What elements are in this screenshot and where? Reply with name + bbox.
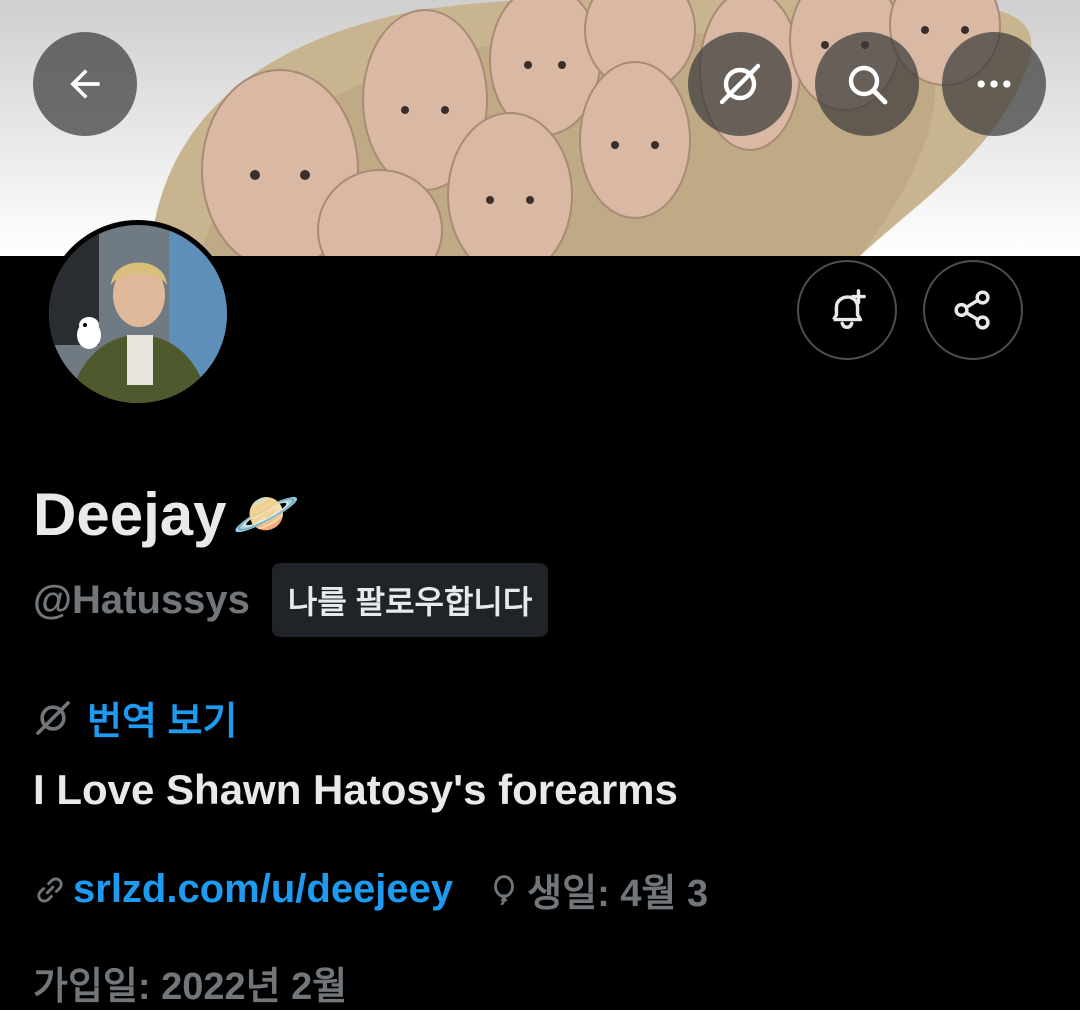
bell-plus-icon (832, 289, 866, 329)
more-button[interactable] (942, 32, 1046, 136)
birthday: 생일: 4월 3 (487, 862, 708, 917)
translate-icon (719, 63, 761, 105)
translate-icon (36, 700, 70, 735)
profile-meta: srlzd.com/u/deejeey 생일: 4월 3 (33, 862, 708, 917)
profile-banner[interactable] (0, 0, 1080, 256)
notify-button[interactable] (797, 260, 897, 360)
profile-link[interactable]: srlzd.com/u/deejeey (33, 867, 453, 912)
handle-row: @Hatussys 나를 팔로우합니다 (33, 563, 549, 637)
search-button[interactable] (815, 32, 919, 136)
profile-bio: I Love Shawn Hatosy's forearms (33, 766, 678, 813)
planet-emoji: 🪐 (232, 484, 300, 544)
back-button[interactable] (33, 32, 137, 136)
share-icon (954, 290, 990, 330)
arrow-left-icon (70, 69, 100, 99)
avatar-image (49, 225, 227, 403)
translate-button[interactable] (688, 32, 792, 136)
avatar[interactable] (44, 220, 232, 408)
display-name-text: Deejay (33, 481, 227, 548)
share-button[interactable] (923, 260, 1023, 360)
profile-link-text: srlzd.com/u/deejeey (73, 867, 454, 911)
display-name: Deejay 🪐 (33, 480, 300, 549)
search-icon (848, 65, 888, 105)
follows-you-badge: 나를 팔로우합니다 (271, 563, 549, 637)
user-handle: @Hatussys (33, 577, 250, 622)
more-horizontal-icon (977, 80, 1011, 88)
birthday-text: 생일: 4월 3 (527, 873, 709, 915)
link-icon (37, 877, 63, 902)
balloon-icon (494, 874, 515, 905)
translate-label: 번역 보기 (87, 701, 238, 743)
translate-bio-link[interactable]: 번역 보기 (33, 690, 237, 745)
banner-image (150, 0, 1032, 256)
joined-date: 가입일: 2022년 2월 (33, 966, 348, 1008)
